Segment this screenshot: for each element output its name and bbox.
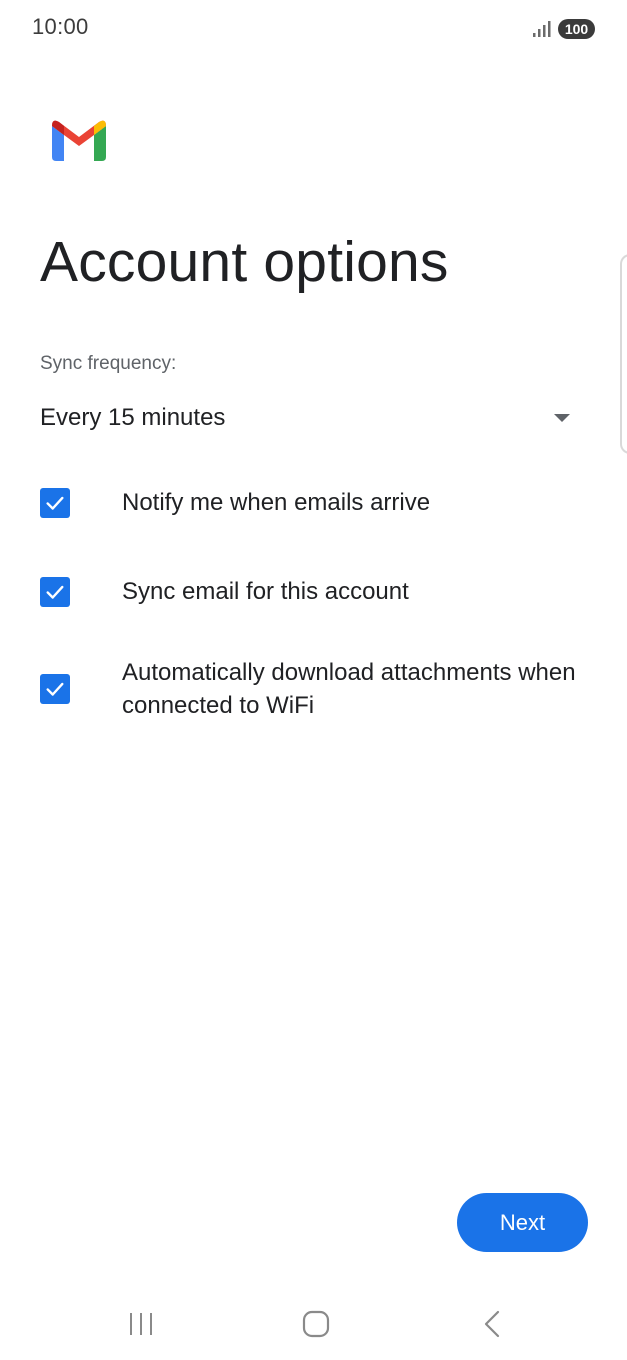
system-nav-bar bbox=[0, 1290, 627, 1354]
page-title: Account options bbox=[40, 230, 449, 294]
back-button[interactable] bbox=[470, 1304, 514, 1344]
battery-indicator: 100 bbox=[558, 19, 595, 39]
sync-email-label: Sync email for this account bbox=[122, 578, 409, 605]
home-icon bbox=[302, 1310, 330, 1338]
option-auto-download[interactable]: Automatically download attachments when … bbox=[40, 656, 600, 722]
dropdown-arrow-icon bbox=[554, 414, 570, 422]
auto-download-label: Automatically download attachments when … bbox=[122, 659, 576, 719]
next-button[interactable]: Next bbox=[457, 1193, 588, 1252]
status-bar: 10:00 100 bbox=[0, 0, 627, 60]
check-icon bbox=[46, 682, 64, 696]
gmail-logo-icon bbox=[52, 120, 106, 161]
check-icon bbox=[46, 496, 64, 510]
status-time: 10:00 bbox=[32, 14, 89, 39]
recent-apps-icon bbox=[130, 1313, 152, 1335]
back-icon bbox=[484, 1310, 500, 1338]
auto-download-checkbox[interactable] bbox=[40, 674, 70, 704]
sync-frequency-dropdown[interactable]: Every 15 minutes bbox=[40, 395, 580, 441]
sync-frequency-value: Every 15 minutes bbox=[40, 404, 226, 431]
edge-panel-handle[interactable] bbox=[620, 254, 627, 454]
home-button[interactable] bbox=[294, 1304, 338, 1344]
option-sync-email[interactable]: Sync email for this account bbox=[40, 575, 600, 608]
check-icon bbox=[46, 585, 64, 599]
sync-frequency-label: Sync frequency: bbox=[40, 353, 177, 374]
signal-bars-icon bbox=[533, 21, 551, 37]
sync-email-checkbox[interactable] bbox=[40, 576, 70, 607]
recent-apps-button[interactable] bbox=[119, 1304, 163, 1344]
notify-label: Notify me when emails arrive bbox=[122, 489, 431, 516]
notify-checkbox[interactable] bbox=[40, 487, 70, 518]
option-notify[interactable]: Notify me when emails arrive bbox=[40, 486, 600, 519]
